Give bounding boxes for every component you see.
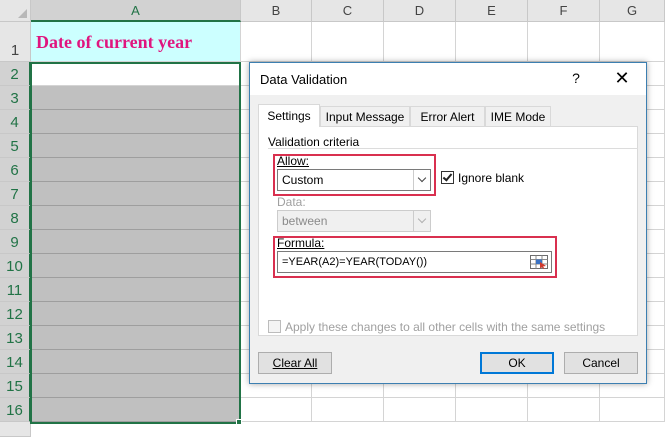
excel-window: A B C D E F G 1 2 3 4 5 6 7 8 9 10 11 12 13 14 15 16 Da…: [0, 0, 665, 437]
tab-ime-mode[interactable]: IME Mode: [485, 106, 551, 126]
tab-settings[interactable]: Settings: [258, 104, 320, 127]
row-header-16[interactable]: 16: [0, 398, 31, 422]
formula-label: Formula:: [277, 236, 325, 250]
ok-button[interactable]: OK: [480, 352, 554, 374]
row-header-8[interactable]: 8: [0, 206, 31, 230]
cell-a10[interactable]: [31, 254, 241, 278]
cell-c1[interactable]: [312, 22, 384, 62]
tab-error-alert[interactable]: Error Alert: [410, 106, 485, 126]
column-header-a[interactable]: A: [31, 0, 241, 22]
row-header-4[interactable]: 4: [0, 110, 31, 134]
row-header-14[interactable]: 14: [0, 350, 31, 374]
close-icon[interactable]: ✕: [612, 68, 632, 89]
clear-all-label: Clear All: [272, 356, 318, 370]
cell-a12[interactable]: [31, 302, 241, 326]
validation-criteria-label: Validation criteria: [268, 135, 360, 149]
row-header-12[interactable]: 12: [0, 302, 31, 326]
cell-b1[interactable]: [241, 22, 312, 62]
cell-b16[interactable]: [241, 398, 312, 422]
row-header-15[interactable]: 15: [0, 374, 31, 398]
row-header-1[interactable]: 1: [0, 22, 31, 62]
data-dropdown: between: [277, 210, 431, 232]
row-header-2[interactable]: 2: [0, 62, 31, 86]
row-header-7[interactable]: 7: [0, 182, 31, 206]
fill-handle[interactable]: [236, 419, 242, 425]
cell-a8[interactable]: [31, 206, 241, 230]
allow-value: Custom: [282, 173, 324, 187]
column-header-c[interactable]: C: [312, 0, 384, 22]
cell-f16[interactable]: [528, 398, 600, 422]
formula-input[interactable]: =YEAR(A2)=YEAR(TODAY()): [277, 251, 552, 273]
cell-a1[interactable]: Date of current year: [31, 22, 241, 62]
chevron-down-icon: [413, 170, 430, 190]
row-header-next[interactable]: [0, 422, 31, 437]
row-header-10[interactable]: 10: [0, 254, 31, 278]
dialog-titlebar[interactable]: Data Validation ? ✕: [250, 63, 646, 95]
cell-e1[interactable]: [456, 22, 528, 62]
chevron-down-icon: [413, 211, 430, 231]
tab-input-message[interactable]: Input Message: [320, 106, 410, 126]
column-header-g[interactable]: G: [600, 0, 665, 22]
range-selector-icon[interactable]: [528, 253, 550, 271]
cell-a7[interactable]: [31, 182, 241, 206]
data-validation-dialog: Data Validation ? ✕ Settings Input Messa…: [249, 62, 647, 384]
cell-a13[interactable]: [31, 326, 241, 350]
row-header-6[interactable]: 6: [0, 158, 31, 182]
select-all-triangle-icon: [18, 9, 27, 18]
cell-a15[interactable]: [31, 374, 241, 398]
group-divider: [268, 148, 638, 149]
clear-all-button[interactable]: Clear All: [258, 352, 332, 374]
cell-a3[interactable]: [31, 86, 241, 110]
cell-a5[interactable]: [31, 134, 241, 158]
ignore-blank-checkbox[interactable]: [441, 171, 454, 184]
cell-a11[interactable]: [31, 278, 241, 302]
cell-a6[interactable]: [31, 158, 241, 182]
allow-label: Allow:: [277, 154, 310, 168]
row-header-11[interactable]: 11: [0, 278, 31, 302]
cell-d16[interactable]: [384, 398, 456, 422]
column-header-d[interactable]: D: [384, 0, 456, 22]
row-header-9[interactable]: 9: [0, 230, 31, 254]
row-header-3[interactable]: 3: [0, 86, 31, 110]
formula-value: =YEAR(A2)=YEAR(TODAY()): [282, 256, 428, 268]
column-header-f[interactable]: F: [528, 0, 600, 22]
help-icon[interactable]: ?: [568, 70, 584, 86]
allow-dropdown[interactable]: Custom: [277, 169, 431, 191]
data-label: Data:: [277, 195, 306, 209]
cell-c16[interactable]: [312, 398, 384, 422]
apply-all-checkbox: [268, 320, 281, 333]
cell-a16[interactable]: [31, 398, 241, 422]
cell-a9[interactable]: [31, 230, 241, 254]
data-value: between: [282, 214, 328, 228]
cell-g16[interactable]: [600, 398, 665, 422]
cell-g1[interactable]: [600, 22, 665, 62]
column-header-e[interactable]: E: [456, 0, 528, 22]
cell-a2[interactable]: [31, 62, 241, 86]
ignore-blank-label: Ignore blank: [458, 171, 525, 185]
column-header-b[interactable]: B: [241, 0, 312, 22]
row-header-5[interactable]: 5: [0, 134, 31, 158]
apply-all-label: Apply these changes to all other cells w…: [285, 320, 606, 334]
select-all-corner[interactable]: [0, 0, 31, 22]
cell-a4[interactable]: [31, 110, 241, 134]
cell-d1[interactable]: [384, 22, 456, 62]
dialog-title: Data Validation: [260, 72, 348, 87]
checkmark-icon: [442, 171, 453, 182]
cell-a14[interactable]: [31, 350, 241, 374]
row-header-13[interactable]: 13: [0, 326, 31, 350]
cell-e16[interactable]: [456, 398, 528, 422]
cell-a1-text: Date of current year: [36, 32, 193, 52]
cell-f1[interactable]: [528, 22, 600, 62]
cancel-button[interactable]: Cancel: [564, 352, 638, 374]
